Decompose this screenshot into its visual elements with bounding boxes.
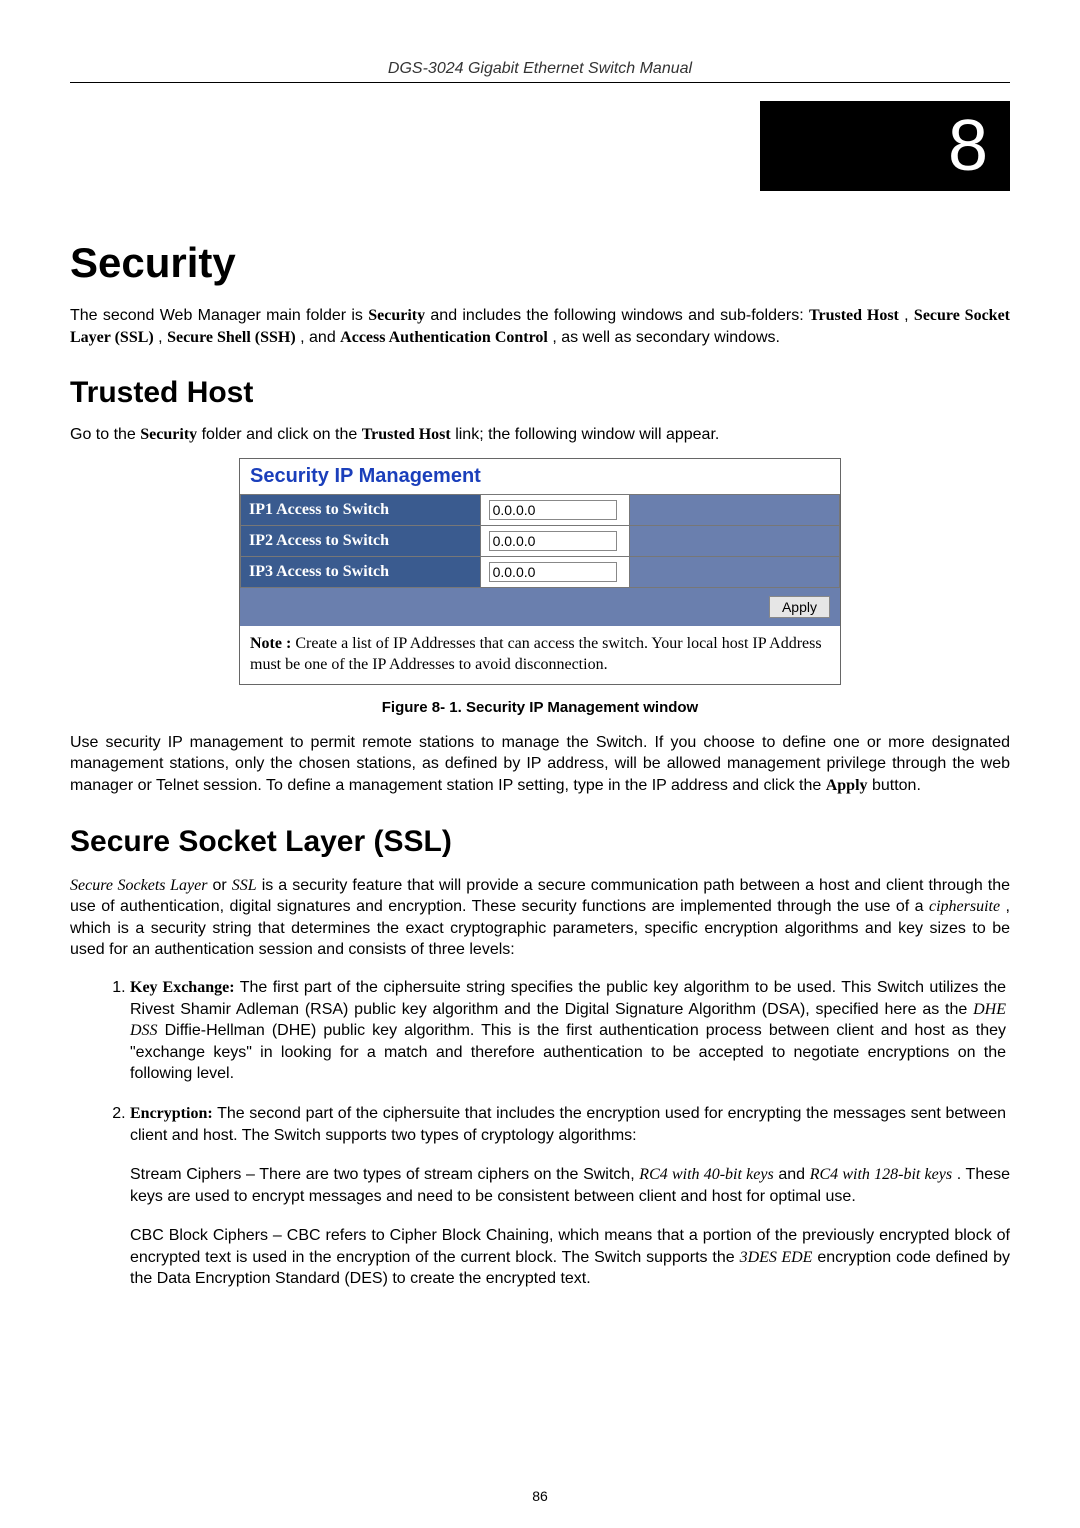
italic-term: SSL xyxy=(232,877,257,894)
blank-cell xyxy=(630,526,840,557)
text: The first part of the ciphersuite string… xyxy=(130,979,1006,1018)
text: Diffie-Hellman (DHE) public key algorith… xyxy=(130,1022,1006,1082)
text: button. xyxy=(872,777,921,794)
table-row: IP2 Access to Switch xyxy=(241,526,840,557)
italic-term: ciphersuite xyxy=(929,898,1000,915)
note-label: Note : xyxy=(250,635,291,652)
ip3-input[interactable] xyxy=(489,562,617,582)
cbc-ciphers-paragraph: CBC Block Ciphers – CBC refers to Cipher… xyxy=(100,1225,1010,1290)
ip2-input[interactable] xyxy=(489,531,617,551)
lead-term: Stream Ciphers xyxy=(130,1166,246,1183)
apply-button[interactable]: Apply xyxy=(769,596,830,618)
row-label: IP3 Access to Switch xyxy=(241,557,481,588)
ip1-input[interactable] xyxy=(489,500,617,520)
apply-row: Apply xyxy=(240,588,840,626)
italic-term: RC4 with 128-bit keys xyxy=(810,1166,952,1183)
figure-caption: Figure 8- 1. Security IP Management wind… xyxy=(70,699,1010,716)
note-text: Create a list of IP Addresses that can a… xyxy=(250,635,822,673)
ip-access-table: IP1 Access to Switch IP2 Access to Switc… xyxy=(240,494,840,588)
chapter-intro: The second Web Manager main folder is Se… xyxy=(70,305,1010,348)
chapter-title: Security xyxy=(70,239,1010,287)
table-row: IP1 Access to Switch xyxy=(241,495,840,526)
text: and includes the following windows and s… xyxy=(430,307,809,324)
row-label: IP2 Access to Switch xyxy=(241,526,481,557)
text: Go to the xyxy=(70,426,140,443)
blank-cell xyxy=(630,495,840,526)
trusted-host-nav: Go to the Security folder and click on t… xyxy=(70,426,1010,444)
text: , xyxy=(158,329,167,346)
bold-term: Apply xyxy=(826,777,868,794)
text: is a security feature that will provide … xyxy=(70,877,1010,916)
italic-term: 3DES EDE xyxy=(740,1249,813,1266)
bold-term: Security xyxy=(368,307,425,324)
item-label: Encryption: xyxy=(130,1105,213,1122)
ssl-heading: Secure Socket Layer (SSL) xyxy=(70,825,1010,859)
bold-term: Trusted Host xyxy=(809,307,899,324)
item-label: Key Exchange: xyxy=(130,979,235,996)
table-row: IP3 Access to Switch xyxy=(241,557,840,588)
text: , xyxy=(904,307,914,324)
input-cell xyxy=(480,495,630,526)
text: , and xyxy=(300,329,340,346)
italic-term: RC4 with 40-bit keys xyxy=(639,1166,773,1183)
text: and xyxy=(778,1166,809,1183)
text: link; the following window will appear. xyxy=(455,426,719,443)
header-rule xyxy=(70,82,1010,83)
ssl-ciphersuite-list: Key Exchange: The first part of the ciph… xyxy=(70,977,1010,1146)
page-number: 86 xyxy=(0,1488,1080,1504)
trusted-host-heading: Trusted Host xyxy=(70,376,1010,410)
trusted-host-desc: Use security IP management to permit rem… xyxy=(70,732,1010,797)
security-ip-management-figure: Security IP Management IP1 Access to Swi… xyxy=(239,458,841,685)
text: Use security IP management to permit rem… xyxy=(70,734,1010,794)
text: The second part of the ciphersuite that … xyxy=(130,1105,1006,1144)
chapter-number-box: 8 xyxy=(760,101,1010,191)
manual-header: DGS-3024 Gigabit Ethernet Switch Manual xyxy=(70,60,1010,82)
bold-term: Access Authentication Control xyxy=(340,329,548,346)
ssl-intro-paragraph: Secure Sockets Layer or SSL is a securit… xyxy=(70,875,1010,961)
figure-title: Security IP Management xyxy=(240,459,840,494)
text: , as well as secondary windows. xyxy=(552,329,780,346)
bold-term: Trusted Host xyxy=(362,426,451,443)
text: folder and click on the xyxy=(202,426,362,443)
input-cell xyxy=(480,557,630,588)
bold-term: Secure Shell (SSH) xyxy=(167,329,296,346)
bold-term: Security xyxy=(140,426,197,443)
list-item-encryption: Encryption: The second part of the ciphe… xyxy=(130,1103,1010,1146)
text: The second Web Manager main folder is xyxy=(70,307,368,324)
stream-ciphers-paragraph: Stream Ciphers – There are two types of … xyxy=(100,1164,1010,1207)
text: or xyxy=(212,877,231,894)
list-item-key-exchange: Key Exchange: The first part of the ciph… xyxy=(130,977,1010,1085)
figure-note: Note : Create a list of IP Addresses tha… xyxy=(240,626,840,684)
input-cell xyxy=(480,526,630,557)
lead-term: CBC Block Ciphers xyxy=(130,1227,273,1244)
row-label: IP1 Access to Switch xyxy=(241,495,481,526)
text: – There are two types of stream ciphers … xyxy=(246,1166,639,1183)
blank-cell xyxy=(630,557,840,588)
italic-term: Secure Sockets Layer xyxy=(70,877,207,894)
